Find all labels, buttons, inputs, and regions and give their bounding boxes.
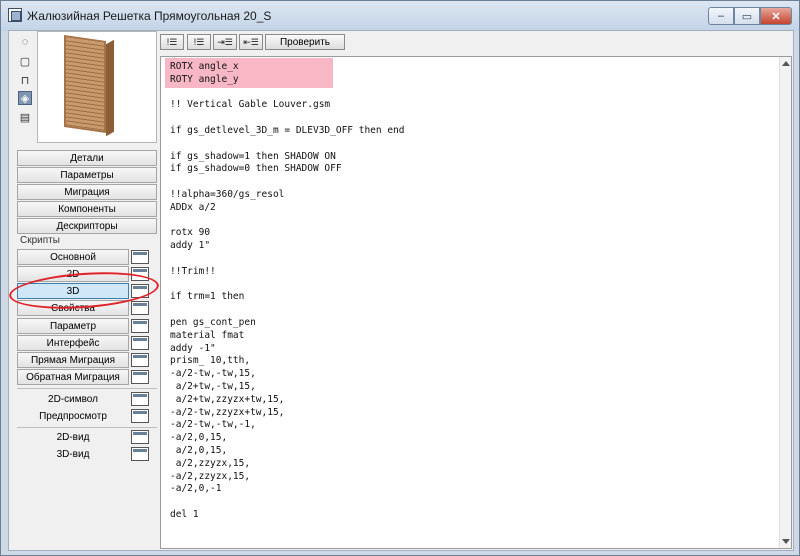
preview-button[interactable]: Предпросмотр — [17, 408, 129, 424]
close-button[interactable]: ✕ — [760, 7, 792, 25]
scroll-down-icon[interactable] — [782, 539, 790, 544]
window-icon[interactable] — [131, 319, 149, 333]
window-icon[interactable] — [131, 392, 149, 406]
details-button[interactable]: Детали — [17, 150, 157, 166]
window-icon[interactable] — [131, 447, 149, 461]
script-main-button[interactable]: Основной — [17, 249, 129, 265]
toolbar-button-2[interactable]: !☰ — [187, 34, 211, 50]
code-line[interactable]: ROTY angle_y — [170, 74, 405, 87]
code-line[interactable]: del 1 — [170, 509, 405, 522]
code-line[interactable]: if gs_shadow=1 then SHADOW ON — [170, 151, 405, 164]
code-line[interactable]: !! Vertical Gable Louver.gsm — [170, 99, 405, 112]
code-line[interactable] — [170, 176, 405, 189]
app-window: Жалюзийная Решетка Прямоугольная 20_S – … — [0, 0, 800, 556]
outdent-icon[interactable]: ⇤☰ — [239, 34, 263, 50]
window-icon[interactable] — [131, 353, 149, 367]
film-icon[interactable]: ▤ — [18, 110, 32, 124]
check-button[interactable]: Проверить — [265, 34, 345, 50]
code-line[interactable] — [170, 496, 405, 509]
script-parameter-button[interactable]: Параметр — [17, 318, 129, 334]
script-forward-migration-button[interactable]: Прямая Миграция — [17, 352, 129, 368]
code-line[interactable]: a/2,zzyzx,15, — [170, 458, 405, 471]
code-line[interactable] — [170, 87, 405, 100]
code-line[interactable]: -a/2-tw,-tw,-1, — [170, 419, 405, 432]
code-line[interactable]: -a/2-tw,-tw,15, — [170, 368, 405, 381]
code-line[interactable]: ADDx a/2 — [170, 202, 405, 215]
descriptors-button[interactable]: Дескрипторы — [17, 218, 157, 234]
view-2d-button[interactable]: 2D-вид — [17, 429, 129, 445]
window-icon[interactable] — [131, 301, 149, 315]
code-line[interactable]: -a/2,zzyzx,15, — [170, 471, 405, 484]
code-line[interactable]: !!Trim!! — [170, 266, 405, 279]
cube-icon[interactable]: ◈ — [18, 91, 32, 105]
window-icon[interactable] — [131, 370, 149, 384]
square-dashed-icon[interactable]: ◌ — [18, 35, 32, 49]
code-line[interactable]: rotx 90 — [170, 227, 405, 240]
code-line[interactable]: -a/2,0,15, — [170, 432, 405, 445]
code-line[interactable] — [170, 215, 405, 228]
code-line[interactable]: if gs_detlevel_3D_m = DLEV3D_OFF then en… — [170, 125, 405, 138]
maximize-button[interactable]: ▭ — [734, 7, 760, 25]
code-line[interactable]: -a/2-tw,zzyzx+tw,15, — [170, 407, 405, 420]
window-icon[interactable] — [131, 430, 149, 444]
indent-icon[interactable]: ⇥☰ — [213, 34, 237, 50]
louver-image — [64, 35, 106, 133]
window-icon[interactable] — [131, 336, 149, 350]
app-icon — [8, 8, 22, 22]
scroll-up-icon[interactable] — [782, 61, 790, 66]
code-text[interactable]: ROTX angle_x ROTY angle_y !! Vertical Gabl… — [170, 61, 405, 522]
code-line[interactable]: -a/2,0,-1 — [170, 483, 405, 496]
window-icon[interactable] — [131, 409, 149, 423]
code-line[interactable]: prism_ 10,tth, — [170, 355, 405, 368]
symbol-2d-button[interactable]: 2D-символ — [17, 391, 129, 407]
components-button[interactable]: Компоненты — [17, 201, 157, 217]
parameters-button[interactable]: Параметры — [17, 167, 157, 183]
divider — [17, 427, 157, 428]
divider — [17, 388, 157, 389]
code-line[interactable] — [170, 138, 405, 151]
code-line[interactable]: a/2+tw,zzyzx+tw,15, — [170, 394, 405, 407]
window-title: Жалюзийная Решетка Прямоугольная 20_S — [27, 9, 272, 23]
migration-button[interactable]: Миграция — [17, 184, 157, 200]
code-line[interactable]: material fmat — [170, 330, 405, 343]
louver-side-image — [106, 39, 114, 137]
code-line[interactable]: !!alpha=360/gs_resol — [170, 189, 405, 202]
view-3d-button[interactable]: 3D-вид — [17, 446, 129, 462]
scripts-label: Скрипты — [20, 235, 60, 246]
square-icon[interactable]: ▢ — [18, 54, 32, 68]
code-editor[interactable]: ROTX angle_x ROTY angle_y !! Vertical Gabl… — [160, 56, 792, 549]
code-line[interactable]: addy -1" — [170, 343, 405, 356]
script-backward-migration-button[interactable]: Обратная Миграция — [17, 369, 129, 385]
script-interface-button[interactable]: Интерфейс — [17, 335, 129, 351]
minimize-button[interactable]: – — [708, 7, 734, 25]
code-line[interactable] — [170, 304, 405, 317]
code-line[interactable]: addy 1" — [170, 240, 405, 253]
code-line[interactable] — [170, 253, 405, 266]
window-icon[interactable] — [131, 250, 149, 264]
code-line[interactable]: if trm=1 then — [170, 291, 405, 304]
code-line[interactable]: pen gs_cont_pen — [170, 317, 405, 330]
code-line[interactable]: ROTX angle_x — [170, 61, 405, 74]
title-bar[interactable]: Жалюзийная Решетка Прямоугольная 20_S – … — [1, 1, 799, 31]
code-line[interactable]: if gs_shadow=0 then SHADOW OFF — [170, 163, 405, 176]
code-line[interactable]: a/2+tw,-tw,15, — [170, 381, 405, 394]
toolbar-button-1[interactable]: !☰ — [160, 34, 184, 50]
vertical-scrollbar[interactable] — [779, 57, 791, 548]
stand-icon[interactable]: ⊓ — [18, 73, 32, 87]
preview-thumbnail — [37, 31, 157, 143]
code-line[interactable]: a/2,0,15, — [170, 445, 405, 458]
code-line[interactable] — [170, 279, 405, 292]
code-line[interactable] — [170, 112, 405, 125]
client-area: ◌ ▢ ⊓ ◈ ▤ Детали Параметры Миграция Комп… — [7, 30, 794, 551]
